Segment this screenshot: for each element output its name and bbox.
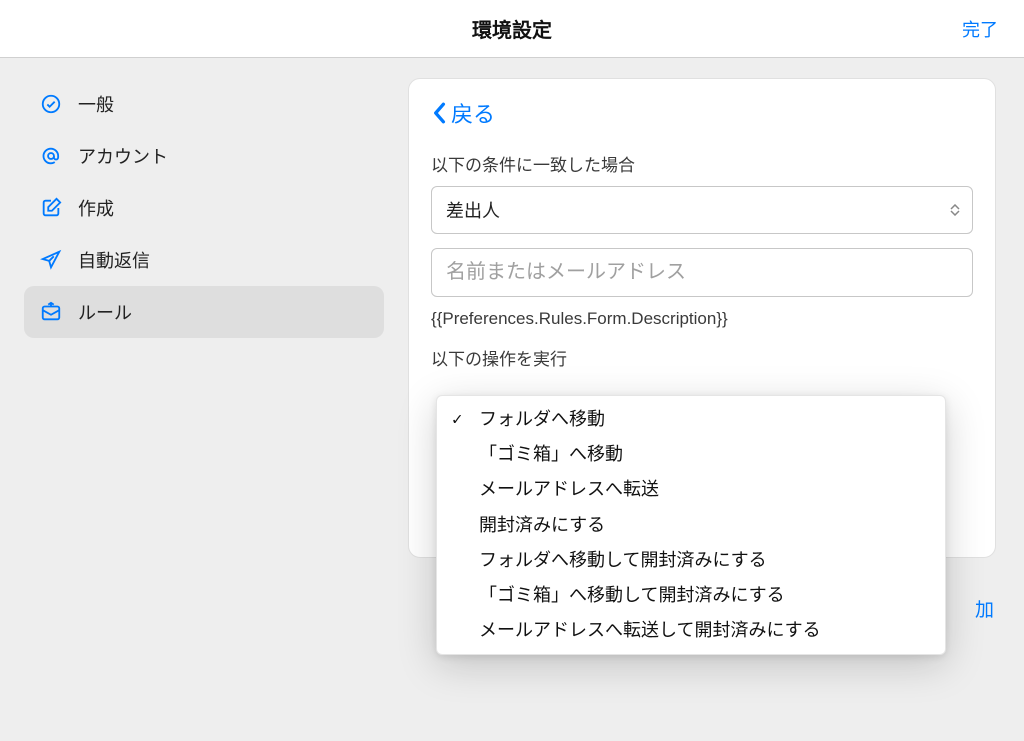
sidebar: 一般 アカウント 作成: [0, 58, 400, 741]
dropdown-item[interactable]: 「ゴミ箱」へ移動して開封済みにする: [437, 578, 945, 613]
dropdown-item[interactable]: 開封済みにする: [437, 508, 945, 543]
dropdown-item[interactable]: メールアドレスへ転送: [437, 472, 945, 507]
dropdown-item-label: 開封済みにする: [479, 513, 605, 538]
sidebar-item-label: 自動返信: [78, 247, 150, 273]
checkmark-circle-icon: [40, 93, 62, 115]
back-button[interactable]: 戻る: [431, 97, 973, 129]
action-section-label: 以下の操作を実行: [431, 345, 973, 370]
condition-select-value: 差出人: [446, 201, 500, 221]
dropdown-item-label: フォルダへ移動: [479, 407, 605, 432]
action-dropdown-popup: ✓ フォルダへ移動 「ゴミ箱」へ移動 メールアドレスへ転送 開封済みにする フォ…: [436, 395, 946, 655]
titlebar: 環境設定 完了: [0, 0, 1024, 58]
sidebar-item-general[interactable]: 一般: [24, 78, 384, 130]
add-button-fragment[interactable]: 加: [975, 595, 994, 622]
chevron-updown-icon: [950, 204, 960, 216]
rules-icon: [40, 301, 62, 323]
dropdown-item-label: メールアドレスへ転送して開封済みにする: [479, 618, 821, 643]
sidebar-item-rules[interactable]: ルール: [24, 286, 384, 338]
airplane-icon: [40, 249, 62, 271]
dropdown-item[interactable]: メールアドレスへ転送して開封済みにする: [437, 613, 945, 648]
page-title: 環境設定: [472, 14, 552, 43]
sidebar-item-accounts[interactable]: アカウント: [24, 130, 384, 182]
dropdown-item-label: メールアドレスへ転送: [479, 477, 659, 502]
sidebar-item-composing[interactable]: 作成: [24, 182, 384, 234]
sidebar-item-label: ルール: [78, 299, 132, 325]
done-button[interactable]: 完了: [962, 16, 998, 42]
sidebar-item-autoreply[interactable]: 自動返信: [24, 234, 384, 286]
chevron-left-icon: [431, 102, 447, 124]
sidebar-item-label: 一般: [78, 91, 114, 117]
dropdown-item[interactable]: フォルダへ移動して開封済みにする: [437, 543, 945, 578]
dropdown-item[interactable]: ✓ フォルダへ移動: [437, 402, 945, 437]
checkmark-icon: ✓: [451, 409, 464, 430]
sidebar-item-label: アカウント: [78, 143, 168, 169]
compose-icon: [40, 197, 62, 219]
condition-value-input[interactable]: [446, 261, 958, 284]
dropdown-item-label: フォルダへ移動して開封済みにする: [479, 548, 767, 573]
dropdown-item[interactable]: 「ゴミ箱」へ移動: [437, 437, 945, 472]
sidebar-item-label: 作成: [78, 195, 114, 221]
dropdown-item-label: 「ゴミ箱」へ移動: [479, 442, 623, 467]
dropdown-item-label: 「ゴミ箱」へ移動して開封済みにする: [479, 583, 785, 608]
form-description: {{Preferences.Rules.Form.Description}}: [431, 309, 973, 329]
condition-select[interactable]: 差出人: [431, 186, 973, 234]
preferences-window: 環境設定 完了 一般 アカウント: [0, 0, 1024, 741]
condition-value-field-wrapper: [431, 248, 973, 297]
condition-section-label: 以下の条件に一致した場合: [431, 151, 973, 176]
at-icon: [40, 145, 62, 167]
back-label: 戻る: [451, 97, 495, 129]
